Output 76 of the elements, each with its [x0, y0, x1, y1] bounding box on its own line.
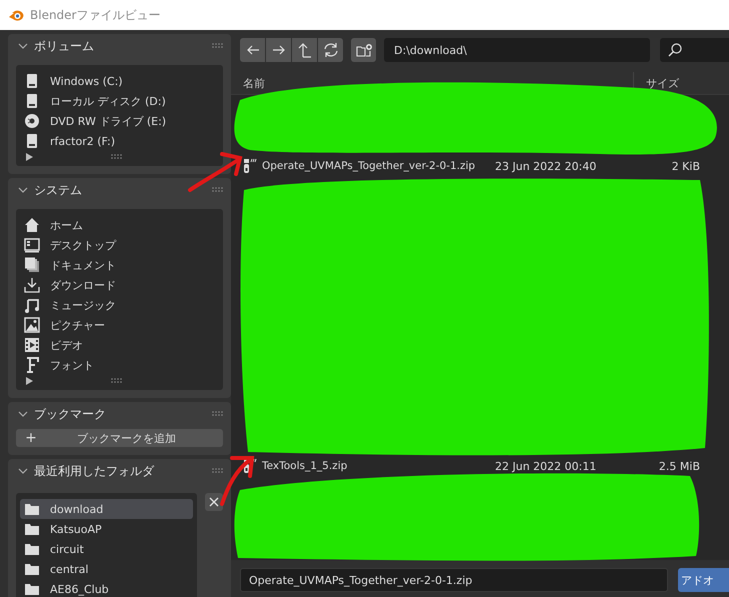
drive-icon: [24, 133, 40, 149]
folder-item[interactable]: circuit: [20, 539, 193, 559]
close-button[interactable]: [205, 493, 223, 511]
desktop-icon: [24, 237, 40, 253]
folder-icon: [24, 541, 40, 557]
zip-file-icon: [243, 158, 257, 174]
folder-icon: [24, 521, 40, 537]
chevron-icon[interactable]: [18, 185, 28, 195]
expand-arrow-icon[interactable]: [26, 377, 33, 385]
film-icon: [24, 337, 40, 353]
new-folder-icon: [356, 43, 372, 57]
column-header[interactable]: サイズ: [646, 76, 679, 90]
parent-folder-button[interactable]: [292, 38, 317, 62]
file-row[interactable]: TexTools_1_5.zip 22 Jun 2022 00:11 2.5 MiB: [231, 456, 729, 476]
folder-item[interactable]: download: [20, 499, 193, 519]
music-note-icon: [24, 297, 40, 313]
filename-field[interactable]: Operate_UVMAPs_Together_ver-2-0-1.zip: [240, 568, 668, 592]
grip-icon[interactable]: [212, 468, 223, 474]
sidebar-item[interactable]: ドキュメント: [50, 258, 116, 272]
drive-icon: [24, 93, 40, 109]
sidebar-item[interactable]: ローカル ディスク (D:): [50, 94, 166, 108]
chevron-icon[interactable]: [18, 466, 28, 476]
zip-file-icon: [243, 458, 257, 474]
house-icon: [24, 217, 40, 233]
drive-icon: [24, 73, 40, 89]
file-row[interactable]: Operate_UVMAPs_Together_ver-2-0-1.zip 23 Jun 2022 20:40 2 KiB: [231, 156, 729, 176]
grip-icon[interactable]: [110, 378, 122, 384]
font-icon: [24, 357, 40, 373]
folder-icon: [24, 501, 40, 517]
sidebar-item[interactable]: ビデオ: [50, 338, 83, 352]
path-field[interactable]: D:\download\: [384, 38, 650, 62]
folder-item[interactable]: AE86_Club: [20, 579, 193, 597]
sidebar-item[interactable]: フォント: [50, 358, 94, 372]
panel-title: 最近利用したフォルダ: [34, 462, 156, 480]
grip-icon[interactable]: [212, 187, 223, 193]
sidebar-item[interactable]: ダウンロード: [50, 278, 116, 292]
column-header[interactable]: 名前: [243, 76, 265, 90]
folder-icon: [24, 561, 40, 577]
image-icon: [24, 317, 40, 333]
refresh-button[interactable]: [318, 38, 343, 62]
search-icon: [668, 43, 682, 57]
left-arrow-icon: [246, 44, 260, 56]
panel-title: ブックマーク: [34, 406, 107, 422]
window-title: Blenderファイルビュー: [30, 6, 160, 24]
up-arrow-icon: [298, 42, 312, 58]
expand-arrow-icon[interactable]: [26, 153, 33, 161]
back-button[interactable]: [240, 38, 265, 62]
chevron-icon[interactable]: [18, 41, 28, 51]
close-icon: [209, 497, 219, 507]
grip-icon[interactable]: [212, 411, 223, 417]
sidebar-item[interactable]: Windows (C:): [50, 74, 123, 88]
add-bookmark-button[interactable]: + ブックマークを追加: [16, 429, 223, 447]
forward-button[interactable]: [266, 38, 291, 62]
panel-title: システム: [34, 182, 83, 198]
documents-icon: [24, 257, 40, 273]
sidebar-item[interactable]: rfactor2 (F:): [50, 134, 116, 148]
blender-logo-icon: [8, 8, 24, 22]
panel-title: ボリューム: [34, 38, 95, 54]
sidebar-item[interactable]: ホーム: [50, 218, 83, 232]
grip-icon[interactable]: [110, 154, 122, 160]
sidebar-item[interactable]: DVD RW ドライブ (E:): [50, 114, 166, 128]
sidebar-item[interactable]: ミュージック: [50, 298, 116, 312]
grip-icon[interactable]: [212, 43, 223, 49]
right-arrow-icon: [272, 44, 286, 56]
new-folder-button[interactable]: [351, 38, 376, 62]
sidebar-item[interactable]: デスクトップ: [50, 238, 116, 252]
chevron-icon[interactable]: [18, 409, 28, 419]
disc-icon: [24, 113, 40, 129]
download-icon: [24, 277, 40, 293]
sidebar-item[interactable]: ピクチャー: [50, 318, 105, 332]
folder-icon: [24, 581, 40, 597]
accept-button[interactable]: アドオ: [678, 568, 729, 592]
folder-item[interactable]: KatsuoAP: [20, 519, 193, 539]
refresh-icon: [322, 42, 338, 58]
folder-item[interactable]: central: [20, 559, 193, 579]
search-field[interactable]: [660, 38, 729, 62]
